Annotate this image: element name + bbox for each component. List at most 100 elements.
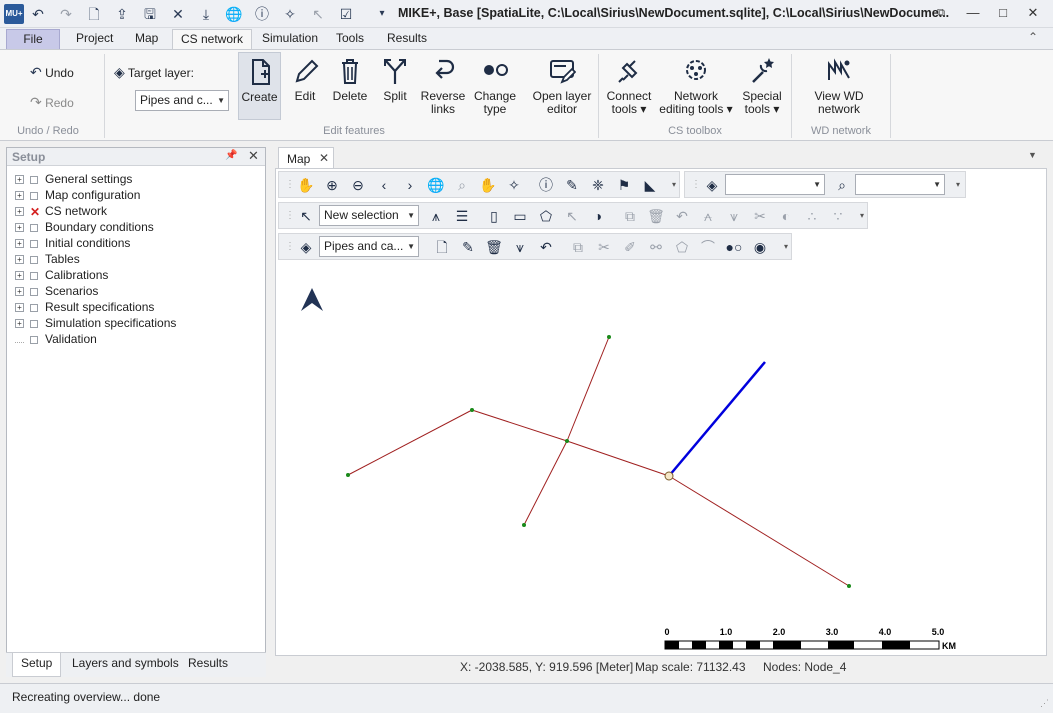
search-combo[interactable]: ▼ [855, 174, 945, 195]
merge-icon[interactable]: ⩜ [699, 207, 717, 225]
undo-button[interactable]: ↶ Undo [30, 64, 74, 81]
zoom-out-icon[interactable]: ⊖ [349, 176, 367, 194]
expand-icon[interactable]: + [15, 191, 24, 201]
edit-pencil-icon[interactable]: ✎ [459, 238, 477, 256]
tab-results-panel[interactable]: Results [180, 653, 236, 677]
layer-filter-combo[interactable]: ▼ [725, 174, 825, 195]
chart-icon[interactable]: ◣ [641, 176, 659, 194]
network-node[interactable] [522, 523, 526, 527]
new-feature-icon[interactable]: 🗋 [433, 238, 451, 256]
tree-item-general-settings[interactable]: + General settings [15, 171, 132, 187]
expand-icon[interactable]: + [15, 287, 24, 297]
toolbar-overflow-icon[interactable]: ▾ [949, 176, 967, 194]
tab-project[interactable]: Project [68, 29, 121, 49]
import-icon[interactable]: ⤓ [196, 4, 216, 24]
node-network[interactable] [346, 335, 851, 588]
toolbar-overflow-icon[interactable]: ▾ [777, 238, 795, 256]
toolbar-overflow-icon[interactable]: ▾ [853, 207, 871, 225]
toggle-switch-icon[interactable]: ◉ [751, 238, 769, 256]
tree-item-calibrations[interactable]: + Calibrations [15, 267, 108, 283]
select-tool-icon[interactable]: ✧ [280, 4, 300, 24]
select-arrow-icon[interactable]: ↖ [297, 207, 315, 225]
tree-item-cs-network[interactable]: + ✕ CS network [15, 203, 107, 219]
next-extent-icon[interactable]: › [401, 176, 419, 194]
weir-icon[interactable]: ⌒ [699, 238, 717, 256]
expand-icon[interactable]: + [15, 207, 24, 217]
toggle-icon[interactable]: ◐ [777, 207, 795, 225]
invert-selection-icon[interactable]: ◑ [589, 207, 607, 225]
pan-to-selection-icon[interactable]: ✋ [479, 176, 497, 194]
select-feature-icon[interactable]: ✧ [505, 176, 523, 194]
tab-cs-network[interactable]: CS network [172, 29, 253, 49]
list-icon[interactable]: ☰ [453, 207, 471, 225]
panel-close-icon[interactable]: ✕ [248, 148, 259, 164]
restore-icon[interactable]: ⧉ [928, 3, 954, 23]
eraser-icon[interactable]: ✐ [621, 238, 639, 256]
special-tools-button[interactable]: Special tools ▾ [738, 56, 786, 116]
network-editing-tools-button[interactable]: Network editing tools ▾ [658, 56, 734, 116]
reverse-link-icon[interactable]: ↶ [673, 207, 691, 225]
reverse-links-button[interactable]: Reverse links [420, 56, 466, 116]
deselect-tool-icon[interactable]: ↖ [308, 4, 328, 24]
split-button[interactable]: Split [376, 56, 414, 103]
polygon-select-icon[interactable]: ⬠ [537, 207, 555, 225]
network-node[interactable] [346, 473, 350, 477]
info-icon[interactable]: ⓘ [252, 4, 272, 24]
overview-icon[interactable]: ❈ [589, 176, 607, 194]
pin-icon[interactable]: 📌 [225, 150, 237, 161]
rectangle-select-icon[interactable]: ▭ [511, 207, 529, 225]
connect-tools-button[interactable]: Connect tools ▾ [602, 56, 656, 116]
connect-icon[interactable]: ⧉ [569, 238, 587, 256]
reverse-icon[interactable]: ↶ [537, 238, 555, 256]
delete-feature-icon[interactable]: 🗑 [647, 207, 665, 225]
zoom-in-icon[interactable]: ⊕ [323, 176, 341, 194]
tab-simulation[interactable]: Simulation [254, 29, 326, 49]
map-view[interactable]: ⋮ ✋ ⊕ ⊖ ‹ › 🌐 ⌕ ✋ ✧ ⓘ ✎ ❈ ⚑ ◣ ▾ ⋮ ◈ ▼ ⌕ … [275, 168, 1047, 656]
search-icon[interactable]: ⌕ [833, 176, 851, 194]
document-list-dropdown-icon[interactable]: ▼ [1028, 150, 1037, 160]
pipe-link[interactable] [347, 409, 473, 476]
close-document-icon[interactable]: ✕ [168, 4, 188, 24]
open-layer-editor-button[interactable]: Open layer editor [530, 56, 594, 116]
tab-file[interactable]: File [6, 29, 60, 49]
undo-icon[interactable]: ↶ [28, 4, 48, 24]
app-logo-icon[interactable]: MU+ [4, 4, 24, 24]
tree-item-scenarios[interactable]: + Scenarios [15, 283, 98, 299]
tree-item-boundary-conditions[interactable]: + Boundary conditions [15, 219, 154, 235]
pan-hand-icon[interactable]: ✋ [297, 176, 315, 194]
cut-icon[interactable]: ✂ [751, 207, 769, 225]
expand-icon[interactable]: + [15, 303, 24, 313]
clear-selection-icon[interactable]: ↖ [563, 207, 581, 225]
mouse-icon[interactable]: ▯ [485, 207, 503, 225]
network-node[interactable] [470, 408, 474, 412]
dropdown-icon[interactable]: ▾ [372, 4, 392, 24]
view-wd-network-button[interactable]: View WD network [804, 56, 874, 116]
network-node[interactable] [607, 335, 611, 339]
maximize-icon[interactable]: □ [990, 3, 1016, 23]
pipe-link[interactable] [566, 440, 670, 477]
tab-map[interactable]: Map [127, 29, 166, 49]
node-network-icon[interactable]: ∵ [829, 207, 847, 225]
globe-icon[interactable]: 🌐 [224, 4, 244, 24]
split-link-icon[interactable]: ⩛ [725, 207, 743, 225]
measure-icon[interactable]: ✎ [563, 176, 581, 194]
create-button[interactable]: Create [238, 52, 281, 120]
expand-icon[interactable]: + [15, 175, 24, 185]
tree-item-tables[interactable]: + Tables [15, 251, 80, 267]
node-tree-icon[interactable]: ∴ [803, 207, 821, 225]
network-node[interactable] [847, 584, 851, 588]
zoom-to-selection-icon[interactable]: ⌕ [453, 176, 471, 194]
selected-pipe-link[interactable] [668, 361, 766, 477]
delete-button[interactable]: Delete [330, 56, 370, 103]
new-document-icon[interactable]: 🗋 [84, 4, 104, 24]
resize-grip-icon[interactable]: ⋰ [1040, 698, 1049, 709]
expand-icon[interactable]: + [15, 223, 24, 233]
link-icon[interactable]: ⚯ [647, 238, 665, 256]
layers-icon[interactable]: ◈ [297, 238, 315, 256]
expand-icon[interactable]: + [15, 319, 24, 329]
collapse-ribbon-icon[interactable]: ⌃ [1028, 30, 1038, 44]
edit-layer-combo[interactable]: Pipes and ca... ▼ [319, 236, 419, 257]
open-icon[interactable]: ⇪ [112, 4, 132, 24]
hovered-node[interactable] [664, 471, 674, 481]
pipe-network[interactable] [347, 336, 850, 587]
